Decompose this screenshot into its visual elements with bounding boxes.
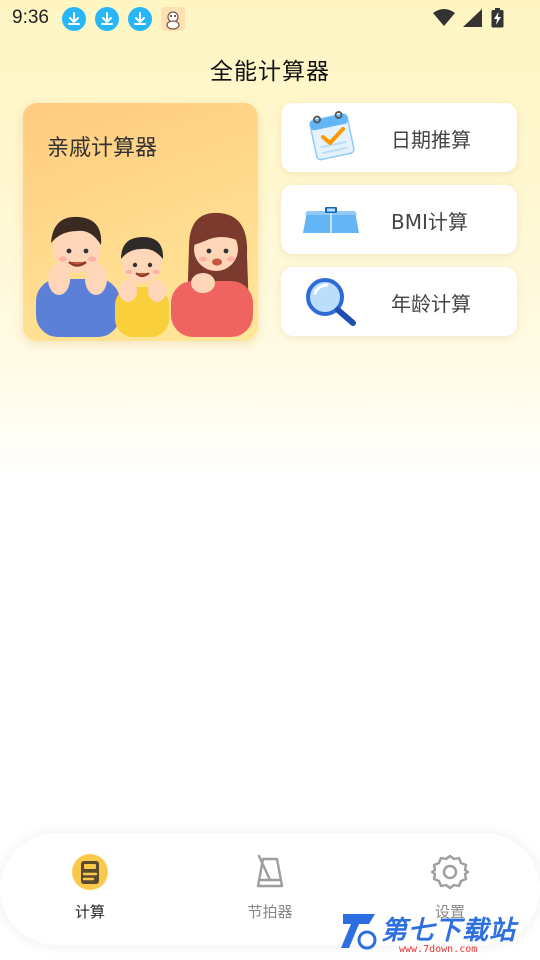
magnifier-icon — [301, 273, 361, 333]
app-notification-icon — [161, 7, 185, 31]
bmi-calculation-label: BMI计算 — [391, 210, 468, 234]
calculator-icon — [71, 853, 109, 891]
nav-tab-metronome[interactable]: 节拍器 — [225, 853, 315, 922]
bmi-calculation-card[interactable]: BMI计算 — [281, 185, 517, 254]
page-title: 全能计算器 — [210, 59, 330, 85]
nav-tab-calculate[interactable]: 计算 — [45, 853, 135, 922]
wifi-icon — [433, 9, 455, 31]
age-calculation-card[interactable]: 年龄计算 — [281, 267, 517, 336]
notification-icons — [62, 7, 185, 31]
relative-calculator-card[interactable]: 亲戚计算器 — [23, 103, 258, 341]
scale-icon — [301, 191, 361, 251]
signal-icon — [463, 9, 483, 31]
watermark-logo-icon — [341, 914, 377, 950]
nav-tab-metronome-label: 节拍器 — [247, 903, 293, 921]
watermark-url: www.7down.com — [399, 944, 478, 955]
download-icon — [95, 7, 119, 31]
download-icon — [128, 7, 152, 31]
metronome-icon — [251, 853, 289, 891]
status-bar: 9:36 — [0, 0, 540, 38]
download-icon — [62, 7, 86, 31]
calendar-icon — [301, 109, 361, 169]
date-calculation-label: 日期推算 — [391, 128, 471, 152]
date-calculation-card[interactable]: 日期推算 — [281, 103, 517, 172]
age-calculation-label: 年龄计算 — [391, 292, 471, 316]
battery-charging-icon — [491, 8, 504, 32]
watermark-text: 第七下载站 — [381, 916, 517, 946]
status-time: 9:36 — [12, 7, 49, 28]
gear-icon — [431, 853, 469, 891]
system-icons — [433, 8, 504, 32]
family-illustration — [36, 212, 253, 337]
relative-calculator-label: 亲戚计算器 — [47, 136, 158, 161]
nav-tab-calculate-label: 计算 — [74, 903, 105, 921]
site-watermark: 第七下载站 www.7down.com — [339, 908, 534, 956]
